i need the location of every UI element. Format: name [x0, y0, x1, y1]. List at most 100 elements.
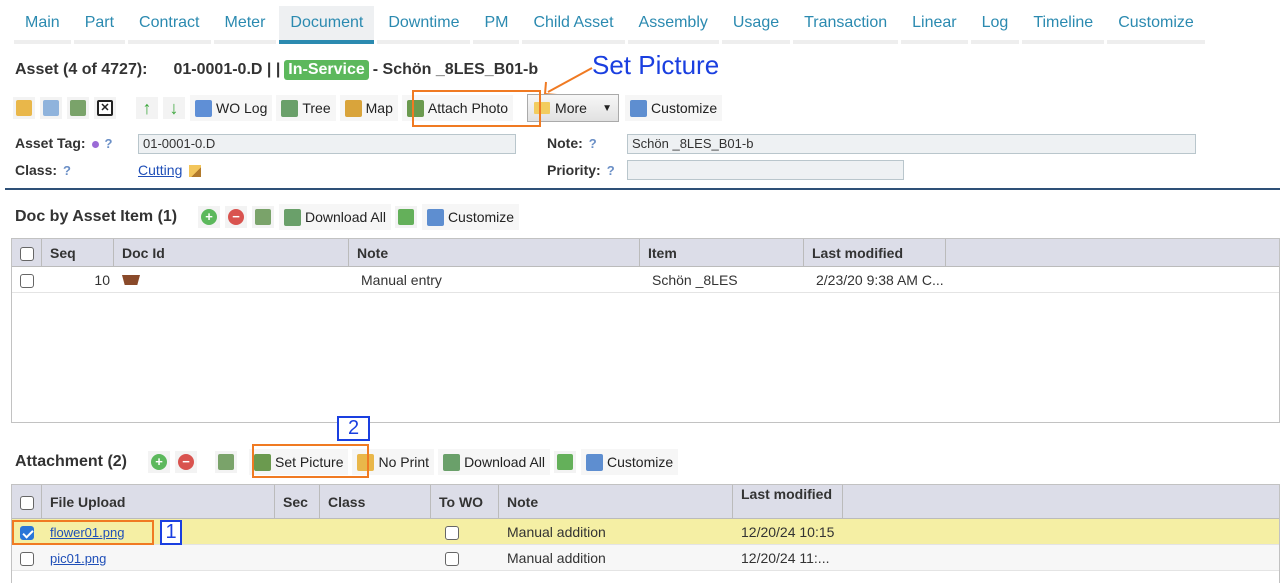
tab-pm[interactable]: PM — [473, 6, 520, 44]
table-row[interactable]: 10 Manual entry Schön _8LES 2/23/20 9:38… — [12, 267, 1279, 293]
tree-button[interactable]: Tree — [276, 95, 336, 121]
doc-customize-button[interactable]: Customize — [421, 204, 520, 230]
column-header-last-modified[interactable]: Last modified — [804, 239, 946, 266]
customize-button[interactable]: Customize — [625, 95, 723, 121]
attachment-customize-button[interactable]: Customize — [581, 449, 679, 475]
asset-tag-field[interactable]: 01-0001-0.D — [138, 134, 516, 154]
priority-field[interactable] — [627, 160, 904, 180]
to-wo-checkbox[interactable] — [445, 526, 459, 541]
copy-button[interactable] — [40, 97, 62, 119]
table-row[interactable]: flower01.png Manual addition 12/20/24 10… — [12, 519, 1279, 545]
tab-downtime[interactable]: Downtime — [377, 6, 471, 44]
doc-download-all-button[interactable]: Download All — [279, 204, 391, 230]
file-cell: pic01.png — [42, 545, 431, 570]
help-icon[interactable]: ? — [105, 136, 113, 151]
refresh-icon — [70, 100, 86, 116]
column-header-to-wo[interactable]: To WO — [431, 485, 499, 518]
file-link[interactable]: pic01.png — [50, 551, 106, 566]
asset-tag-label-group: Asset Tag:? — [15, 135, 113, 151]
pencil-icon[interactable] — [189, 165, 202, 178]
tab-child-asset[interactable]: Child Asset — [522, 6, 625, 44]
refresh-button[interactable] — [67, 97, 89, 119]
attachment-remove-button[interactable]: − — [175, 451, 197, 473]
page-title: Asset (4 of 4727): 01-0001-0.D | | In-Se… — [15, 60, 538, 80]
select-all-cell — [12, 485, 42, 518]
delete-button[interactable]: ✕ — [94, 97, 116, 119]
column-header-last-modified[interactable]: Last modified — [733, 485, 843, 518]
doc-customize-label: Customize — [447, 209, 515, 225]
tab-part[interactable]: Part — [73, 6, 126, 44]
note-cell: Manual addition — [507, 524, 606, 540]
tab-log[interactable]: Log — [970, 6, 1020, 44]
tab-meter[interactable]: Meter — [213, 6, 277, 44]
note-label-group: Note:? — [547, 135, 597, 151]
doc-add-button[interactable]: + — [198, 206, 220, 228]
attachment-refresh-button[interactable] — [215, 451, 237, 473]
document-icon[interactable] — [122, 275, 140, 285]
attachment-section-title: Attachment (2) — [15, 453, 128, 470]
row-checkbox[interactable] — [20, 552, 34, 567]
column-header-doc-id[interactable]: Doc Id — [114, 239, 349, 266]
tab-customize[interactable]: Customize — [1107, 6, 1205, 44]
column-header-item[interactable]: Item — [640, 239, 804, 266]
doc-refresh-button[interactable] — [252, 206, 274, 228]
map-label: Map — [365, 100, 393, 116]
select-all-checkbox[interactable] — [20, 247, 34, 262]
class-link[interactable]: Cutting — [138, 162, 182, 178]
note-field[interactable]: Schön _8LES_B01-b — [627, 134, 1196, 154]
to-wo-checkbox[interactable] — [445, 552, 459, 567]
tab-timeline[interactable]: Timeline — [1022, 6, 1105, 44]
wo-log-label: WO Log — [216, 100, 268, 116]
customize-icon — [630, 99, 648, 117]
table-row[interactable]: pic01.png Manual addition 12/20/24 11:..… — [12, 545, 1279, 571]
column-header-class[interactable]: Class — [320, 485, 431, 518]
section-divider — [5, 188, 1280, 190]
attach-photo-highlight — [412, 90, 541, 127]
move-down-button[interactable]: ↓ — [163, 97, 185, 119]
last-modified-cell: 12/20/24 10:15 — [741, 524, 835, 540]
tab-usage[interactable]: Usage — [721, 6, 791, 44]
map-button[interactable]: Map — [339, 95, 398, 121]
doc-grid-header: Seq Doc Id Note Item Last modified — [12, 239, 1279, 267]
column-header-note[interactable]: Note — [349, 239, 640, 266]
doc-expand-button[interactable] — [394, 206, 417, 228]
tab-bar: Main Part Contract Meter Document Downti… — [0, 0, 1280, 44]
to-wo-cell — [431, 545, 499, 570]
column-header-seq[interactable]: Seq — [42, 239, 114, 266]
help-icon[interactable]: ? — [607, 163, 615, 178]
tab-linear[interactable]: Linear — [901, 6, 968, 44]
asset-position: Asset (4 of 4727): — [15, 61, 148, 78]
edit-button[interactable] — [13, 97, 35, 119]
refresh-icon — [218, 454, 234, 470]
refresh-icon — [255, 209, 271, 225]
column-header-filler — [946, 239, 1279, 266]
attachment-add-button[interactable]: + — [148, 451, 170, 473]
tab-document[interactable]: Document — [279, 6, 375, 44]
priority-label: Priority: — [547, 162, 601, 178]
tree-icon — [281, 99, 299, 117]
attachment-download-all-button[interactable]: Download All — [438, 449, 550, 475]
class-label-group: Class:? — [15, 162, 71, 178]
column-header-sec[interactable]: Sec — [275, 485, 320, 518]
edit-icon — [16, 100, 32, 116]
tab-assembly[interactable]: Assembly — [627, 6, 719, 44]
wo-log-button[interactable]: WO Log — [190, 95, 273, 121]
tab-transaction[interactable]: Transaction — [793, 6, 899, 44]
attachment-expand-button[interactable] — [554, 451, 576, 473]
select-all-checkbox[interactable] — [20, 496, 34, 511]
help-icon[interactable]: ? — [589, 136, 597, 151]
doc-remove-button[interactable]: − — [225, 206, 247, 228]
wo-log-icon — [195, 99, 212, 117]
help-icon[interactable]: ? — [63, 163, 71, 178]
column-header-note[interactable]: Note — [499, 485, 733, 518]
customize-icon — [426, 208, 444, 226]
row-checkbox[interactable] — [20, 274, 34, 289]
column-header-file-upload[interactable]: File Upload — [42, 485, 275, 518]
tab-contract[interactable]: Contract — [128, 6, 211, 44]
tab-main[interactable]: Main — [14, 6, 71, 44]
status-badge: In-Service — [284, 60, 369, 80]
seq-cell: 10 — [94, 272, 110, 288]
attachment-grid: File Upload Sec Class To WO Note Last mo… — [11, 484, 1280, 583]
move-up-button[interactable]: ↑ — [136, 97, 158, 119]
customize-label: Customize — [651, 100, 718, 116]
